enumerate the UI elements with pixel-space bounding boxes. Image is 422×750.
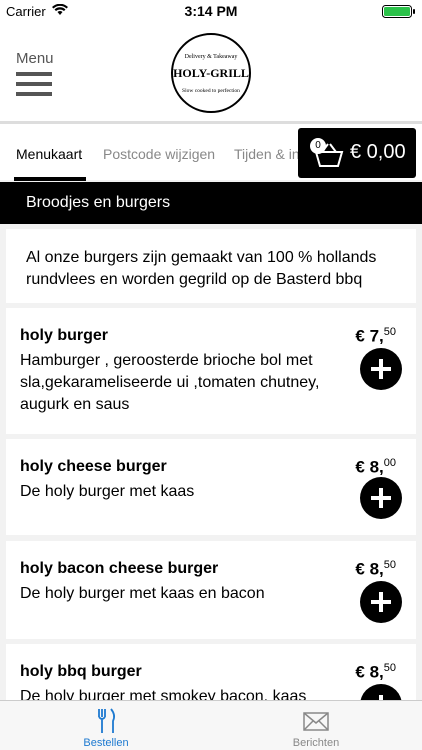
menu-item-price: € 8,50 — [355, 662, 396, 682]
menu-button[interactable]: Menu — [16, 50, 56, 100]
status-bar: Carrier 3:14 PM — [0, 0, 422, 22]
clock: 3:14 PM — [184, 3, 238, 19]
tabbar-item-berichten[interactable]: Berichten — [256, 701, 376, 750]
cart-button[interactable]: 0 € 0,00 — [298, 128, 416, 178]
svg-text:HOLY-GRILL: HOLY-GRILL — [173, 66, 249, 80]
menu-item-description: Hamburger , geroosterde brioche bol met … — [20, 352, 320, 413]
menu-item-name: holy cheese burger — [20, 458, 167, 475]
tabbar-label: Bestellen — [83, 737, 129, 749]
menu-item-card[interactable]: holy burger € 7,50 Hamburger , gerooster… — [6, 308, 416, 434]
add-to-cart-button[interactable] — [360, 581, 402, 623]
menu-item-card[interactable]: holy cheese burger € 8,00 De holy burger… — [6, 439, 416, 535]
category-header: Broodjes en burgers — [0, 182, 422, 224]
menu-item-price: € 8,00 — [355, 457, 396, 477]
add-to-cart-button[interactable] — [360, 348, 402, 390]
category-intro-text: Al onze burgers zijn gemaakt van 100 % h… — [26, 249, 377, 288]
fork-knife-icon — [98, 708, 116, 733]
tab-row: Menukaart Postcode wijzigen Tijden & inf… — [0, 122, 422, 182]
envelope-icon — [303, 712, 329, 731]
tab-postcode-wijzigen[interactable]: Postcode wijzigen — [103, 146, 215, 162]
tabbar-label: Berichten — [292, 737, 340, 749]
category-title: Broodjes en burgers — [26, 194, 171, 211]
menu-item-description: De holy burger met kaas en bacon — [20, 585, 265, 602]
menu-item-name: holy bbq burger — [20, 663, 142, 680]
menu-item-name: holy burger — [20, 327, 109, 344]
svg-text:Slow cooked to perfection: Slow cooked to perfection — [182, 87, 240, 94]
tab-tijden-info[interactable]: Tijden & info — [234, 146, 298, 162]
tab-menukaart[interactable]: Menukaart — [16, 146, 82, 162]
hamburger-icon — [16, 72, 52, 76]
menu-item-card[interactable]: holy bacon cheese burger € 8,50 De holy … — [6, 541, 416, 639]
tabbar-item-bestellen[interactable]: Bestellen — [46, 701, 166, 750]
bottom-tab-bar: Bestellen Berichten — [0, 700, 422, 750]
cart-total: € 0,00 — [350, 141, 406, 163]
battery-icon — [382, 5, 415, 18]
menu-item-price: € 7,50 — [355, 326, 396, 346]
add-to-cart-button[interactable] — [360, 477, 402, 519]
hamburger-icon-line — [16, 82, 52, 86]
menu-item-name: holy bacon cheese burger — [20, 560, 219, 577]
svg-text:Delivery & Takeaway: Delivery & Takeaway — [185, 54, 238, 60]
active-tab-indicator — [14, 177, 86, 181]
menu-item-description: De holy burger met kaas — [20, 483, 195, 500]
menu-label: Menu — [16, 50, 54, 67]
cart-count-badge: 0 — [310, 138, 326, 154]
tab-scroller[interactable]: Menukaart Postcode wijzigen Tijden & inf… — [0, 124, 298, 182]
hamburger-icon-line — [16, 92, 52, 96]
menu-item-card[interactable]: holy bbq burger € 8,50 De holy burger me… — [6, 644, 416, 704]
holy-grill-logo: Delivery & Takeaway HOLY-GRILL Slow cook… — [171, 33, 251, 113]
menu-item-price: € 8,50 — [355, 559, 396, 579]
app-header: Menu Delivery & Takeaway HOLY-GRILL Slow… — [0, 22, 422, 122]
category-intro-card: Al onze burgers zijn gemaakt van 100 % h… — [6, 229, 416, 303]
